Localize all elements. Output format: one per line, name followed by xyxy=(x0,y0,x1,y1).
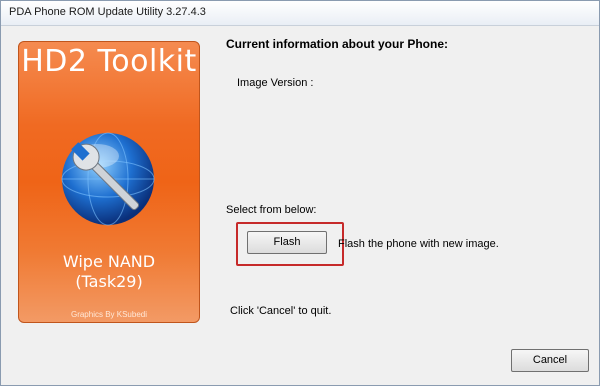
flash-description: Flash the phone with new image. xyxy=(338,238,499,250)
hd2-toolkit-banner: HD2 Toolkit Wipe NAND (Task29) Graphics … xyxy=(18,41,200,323)
select-label: Select from below: xyxy=(226,204,317,216)
title-bar[interactable]: PDA Phone ROM Update Utility 3.27.4.3 xyxy=(1,1,599,26)
ruu-window: PDA Phone ROM Update Utility 3.27.4.3 HD… xyxy=(0,0,600,386)
cancel-button[interactable]: Cancel xyxy=(511,349,589,372)
banner-line2: (Task29) xyxy=(75,272,143,291)
quit-instruction: Click 'Cancel' to quit. xyxy=(230,305,332,317)
globe-wrench-icon xyxy=(61,132,155,226)
banner-credit: Graphics By KSubedi xyxy=(70,310,148,319)
info-heading: Current information about your Phone: xyxy=(226,37,448,51)
flash-button[interactable]: Flash xyxy=(247,231,327,254)
window-title: PDA Phone ROM Update Utility 3.27.4.3 xyxy=(9,6,206,18)
image-version-label: Image Version : xyxy=(237,77,314,89)
banner-title: HD2 Toolkit xyxy=(21,44,197,79)
banner-line1: Wipe NAND xyxy=(62,252,156,271)
